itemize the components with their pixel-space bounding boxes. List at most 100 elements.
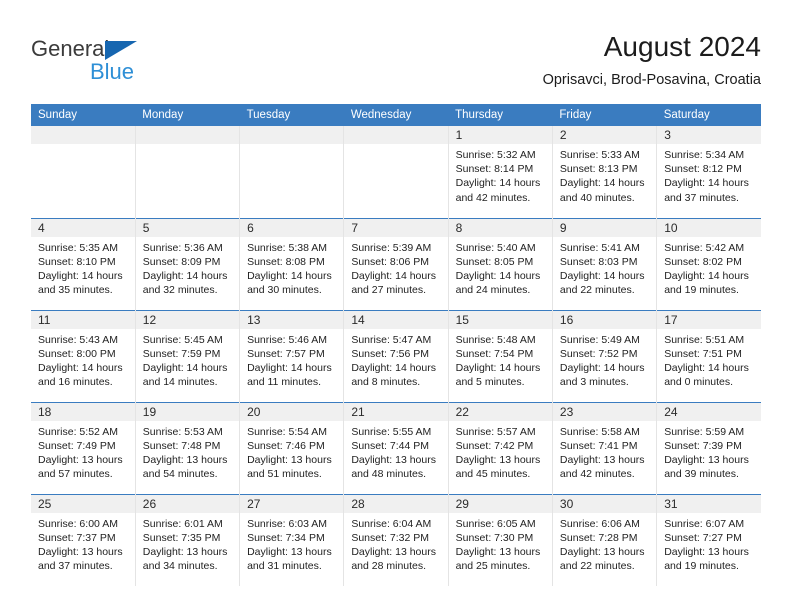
day-number: 19	[135, 402, 240, 421]
calendar-day-cell-empty	[239, 126, 345, 218]
calendar-day-cell[interactable]: 18 Sunrise: 5:52 AM Sunset: 7:49 PM Dayligh…	[31, 401, 136, 494]
sunset-text: Sunset: 8:03 PM	[559, 255, 638, 268]
calendar-day-cell-empty	[135, 126, 241, 218]
logo-text-blue: Blue	[90, 59, 135, 84]
daylight-text-line1: Daylight: 13 hours	[38, 545, 123, 558]
day-sun-info: Sunrise: 5:49 AM Sunset: 7:52 PM Daylight:…	[553, 329, 656, 390]
sunrise-text: Sunrise: 5:49 AM	[559, 333, 640, 346]
day-number: 27	[240, 494, 344, 513]
daylight-text-line2: and 48 minutes.	[351, 468, 427, 481]
day-sun-info: Sunrise: 5:41 AM Sunset: 8:03 PM Daylight:…	[553, 237, 656, 298]
daylight-text-line1: Daylight: 14 hours	[351, 269, 436, 282]
sunrise-text: Sunrise: 5:59 AM	[664, 425, 745, 438]
calendar-day-cell[interactable]: 6 Sunrise: 5:38 AM Sunset: 8:08 PM Daylight…	[239, 217, 345, 310]
daylight-text-line1: Daylight: 14 hours	[247, 269, 332, 282]
daylight-text-line1: Daylight: 13 hours	[351, 453, 436, 466]
calendar-day-cell[interactable]: 28 Sunrise: 6:04 AM Sunset: 7:32 PM Dayligh…	[343, 493, 449, 586]
calendar-day-cell[interactable]: 31 Sunrise: 6:07 AM Sunset: 7:27 PM Dayligh…	[656, 493, 761, 586]
calendar-day-cell[interactable]: 26 Sunrise: 6:01 AM Sunset: 7:35 PM Dayligh…	[135, 493, 241, 586]
sunset-text: Sunset: 8:10 PM	[38, 255, 116, 268]
sunset-text: Sunset: 7:56 PM	[351, 347, 429, 360]
calendar-day-cell[interactable]: 4 Sunrise: 5:35 AM Sunset: 8:10 PM Daylight…	[31, 217, 136, 310]
calendar-day-cell[interactable]: 11 Sunrise: 5:43 AM Sunset: 8:00 PM Dayligh…	[31, 309, 136, 402]
calendar-day-cell[interactable]: 30 Sunrise: 6:06 AM Sunset: 7:28 PM Dayligh…	[552, 493, 658, 586]
calendar-day-cell[interactable]: 9 Sunrise: 5:41 AM Sunset: 8:03 PM Daylight…	[552, 217, 658, 310]
daylight-text-line2: and 39 minutes.	[664, 468, 739, 481]
sunrise-text: Sunrise: 5:40 AM	[455, 241, 536, 254]
sunset-text: Sunset: 7:54 PM	[455, 347, 534, 360]
sunrise-text: Sunrise: 6:07 AM	[664, 517, 745, 530]
calendar-day-cell[interactable]: 24 Sunrise: 5:59 AM Sunset: 7:39 PM Dayligh…	[656, 401, 761, 494]
day-number: 22	[448, 402, 552, 421]
daylight-text-line1: Daylight: 14 hours	[455, 177, 541, 190]
calendar-day-cell[interactable]: 21 Sunrise: 5:55 AM Sunset: 7:44 PM Dayligh…	[343, 401, 449, 494]
daylight-text-line2: and 30 minutes.	[247, 284, 322, 297]
calendar-day-cell[interactable]: 14 Sunrise: 5:47 AM Sunset: 7:56 PM Dayligh…	[343, 309, 449, 402]
calendar-day-cell[interactable]: 17 Sunrise: 5:51 AM Sunset: 7:51 PM Dayligh…	[656, 309, 761, 402]
sunset-text: Sunset: 7:59 PM	[142, 347, 221, 360]
day-number: 12	[135, 310, 240, 329]
day-number: 10	[657, 218, 761, 237]
sunrise-text: Sunrise: 6:05 AM	[455, 517, 536, 530]
daylight-text-line2: and 19 minutes.	[664, 284, 739, 297]
sunrise-text: Sunrise: 5:48 AM	[455, 333, 536, 346]
calendar-day-cell[interactable]: 22 Sunrise: 5:57 AM Sunset: 7:42 PM Dayligh…	[448, 401, 553, 494]
daylight-text-line1: Daylight: 13 hours	[664, 453, 749, 466]
day-number: 31	[657, 494, 761, 513]
calendar-day-cell[interactable]: 5 Sunrise: 5:36 AM Sunset: 8:09 PM Daylight…	[135, 217, 241, 310]
daylight-text-line2: and 45 minutes.	[455, 468, 531, 481]
calendar-day-cell[interactable]: 3 Sunrise: 5:34 AM Sunset: 8:12 PM Daylight…	[656, 126, 761, 218]
daylight-text-line2: and 22 minutes.	[559, 560, 635, 573]
sunrise-text: Sunrise: 5:42 AM	[664, 241, 745, 254]
day-sun-info: Sunrise: 6:07 AM Sunset: 7:27 PM Daylight:…	[657, 513, 761, 574]
daylight-text-line1: Daylight: 13 hours	[142, 453, 228, 466]
calendar-day-cell[interactable]: 20 Sunrise: 5:54 AM Sunset: 7:46 PM Dayligh…	[239, 401, 345, 494]
daylight-text-line2: and 54 minutes.	[142, 468, 218, 481]
calendar-day-cell[interactable]: 19 Sunrise: 5:53 AM Sunset: 7:48 PM Dayligh…	[135, 401, 241, 494]
calendar-week-row: 1 Sunrise: 5:32 AM Sunset: 8:14 PM Daylight…	[31, 126, 761, 218]
day-sun-info: Sunrise: 6:03 AM Sunset: 7:34 PM Daylight:…	[240, 513, 343, 574]
calendar-day-cell[interactable]: 7 Sunrise: 5:39 AM Sunset: 8:06 PM Daylight…	[343, 217, 449, 310]
general-blue-logo[interactable]: General Blue	[31, 36, 251, 92]
daylight-text-line2: and 27 minutes.	[351, 284, 427, 297]
calendar-week-row: 4 Sunrise: 5:35 AM Sunset: 8:10 PM Daylight…	[31, 217, 761, 310]
sunset-text: Sunset: 7:52 PM	[559, 347, 638, 360]
page-title: August 2024	[603, 31, 761, 62]
calendar-day-cell[interactable]: 15 Sunrise: 5:48 AM Sunset: 7:54 PM Dayligh…	[448, 309, 553, 402]
daylight-text-line1: Daylight: 13 hours	[455, 545, 541, 558]
sunrise-text: Sunrise: 5:58 AM	[559, 425, 640, 438]
sunset-text: Sunset: 7:30 PM	[455, 531, 534, 544]
day-number: 30	[552, 494, 657, 513]
calendar-day-cell[interactable]: 12 Sunrise: 5:45 AM Sunset: 7:59 PM Dayligh…	[135, 309, 241, 402]
sunset-text: Sunset: 7:41 PM	[559, 439, 638, 452]
sunrise-text: Sunrise: 5:51 AM	[664, 333, 745, 346]
calendar-day-cell[interactable]: 1 Sunrise: 5:32 AM Sunset: 8:14 PM Daylight…	[448, 126, 553, 218]
calendar-day-cell[interactable]: 16 Sunrise: 5:49 AM Sunset: 7:52 PM Dayligh…	[552, 309, 658, 402]
day-number: 8	[448, 218, 552, 237]
calendar-day-cell[interactable]: 2 Sunrise: 5:33 AM Sunset: 8:13 PM Daylight…	[552, 126, 658, 218]
daylight-text-line1: Daylight: 14 hours	[142, 269, 228, 282]
calendar-day-cell[interactable]: 27 Sunrise: 6:03 AM Sunset: 7:34 PM Dayligh…	[239, 493, 345, 586]
calendar-day-cell[interactable]: 25 Sunrise: 6:00 AM Sunset: 7:37 PM Dayligh…	[31, 493, 136, 586]
calendar-header-row: Sunday Monday Tuesday Wednesday Thursday…	[31, 104, 761, 126]
daylight-text-line1: Daylight: 14 hours	[351, 361, 436, 374]
daylight-text-line2: and 37 minutes.	[38, 560, 113, 573]
logo-text-general: General	[31, 36, 110, 61]
daylight-text-line2: and 3 minutes.	[559, 376, 629, 389]
calendar-day-cell[interactable]: 10 Sunrise: 5:42 AM Sunset: 8:02 PM Dayligh…	[656, 217, 761, 310]
calendar-day-cell[interactable]: 23 Sunrise: 5:58 AM Sunset: 7:41 PM Dayligh…	[552, 401, 658, 494]
calendar-day-cell[interactable]: 8 Sunrise: 5:40 AM Sunset: 8:05 PM Daylight…	[448, 217, 553, 310]
sunset-text: Sunset: 8:08 PM	[247, 255, 325, 268]
day-number: 26	[135, 494, 240, 513]
sunrise-text: Sunrise: 5:57 AM	[455, 425, 536, 438]
daylight-text-line1: Daylight: 14 hours	[559, 269, 645, 282]
daylight-text-line2: and 31 minutes.	[247, 560, 322, 573]
day-number: 7	[344, 218, 448, 237]
daylight-text-line1: Daylight: 14 hours	[559, 361, 645, 374]
calendar-day-cell[interactable]: 13 Sunrise: 5:46 AM Sunset: 7:57 PM Dayligh…	[239, 309, 345, 402]
calendar-day-cell[interactable]: 29 Sunrise: 6:05 AM Sunset: 7:30 PM Dayligh…	[448, 493, 553, 586]
daylight-text-line2: and 32 minutes.	[142, 284, 218, 297]
daylight-text-line1: Daylight: 14 hours	[455, 269, 541, 282]
sunrise-text: Sunrise: 5:32 AM	[455, 149, 536, 161]
sunrise-text: Sunrise: 5:36 AM	[142, 241, 223, 254]
